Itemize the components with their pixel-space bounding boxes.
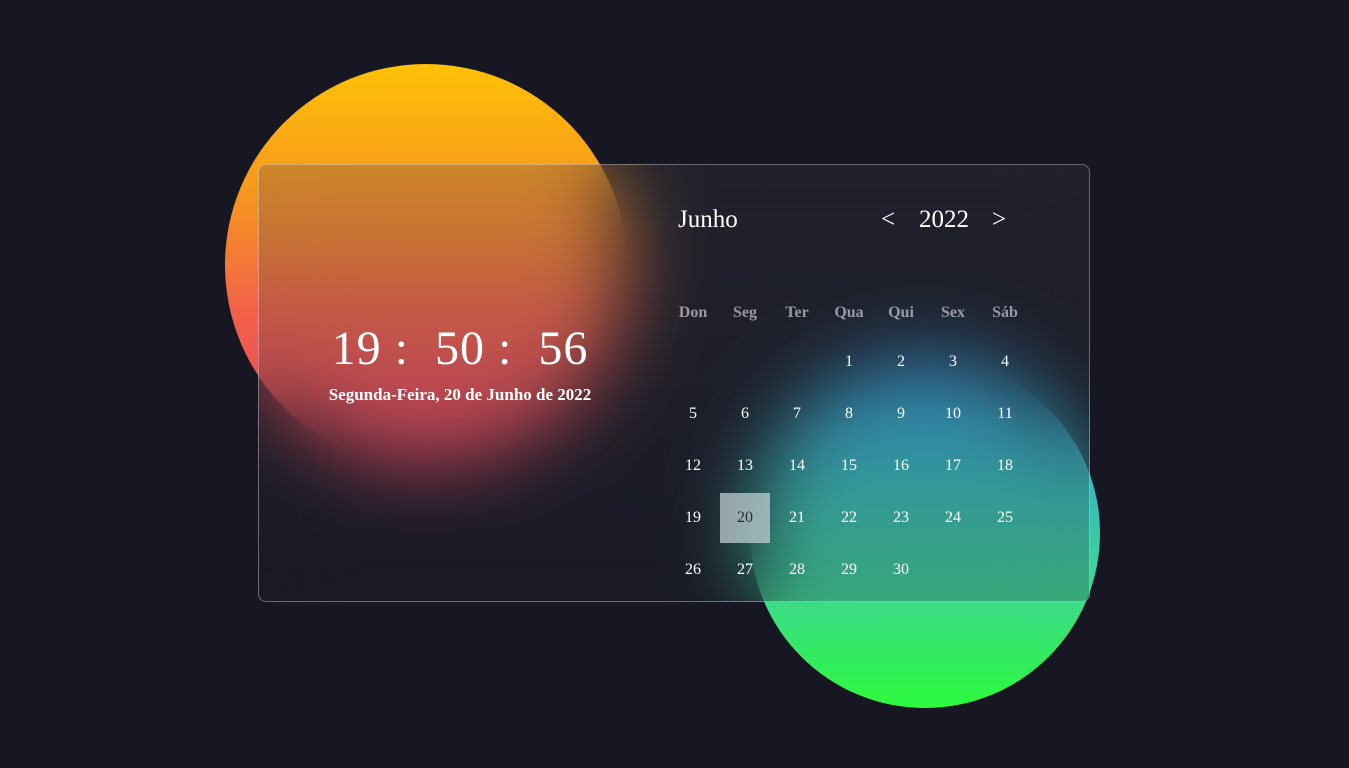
calendar-day[interactable]: 28 (771, 544, 823, 596)
calendar-day[interactable]: 1 (823, 336, 875, 388)
calendar-day[interactable]: 9 (875, 388, 927, 440)
weekday-label: Qua (834, 304, 864, 321)
page-stage: 19 : 50 : 56 Segunda-Feira, 20 de Junho … (0, 0, 1349, 768)
calendar-day-empty (667, 336, 719, 388)
calendar-day-empty (771, 336, 823, 388)
next-year-button[interactable]: > (992, 205, 1006, 235)
calendar-header: Junho < 2022 > (667, 193, 1047, 249)
calendar-day[interactable]: 10 (927, 388, 979, 440)
calendar-day[interactable]: 4 (979, 336, 1031, 388)
clock-date: Segunda-Feira, 20 de Junho de 2022 (328, 385, 592, 404)
weekday-label: Qui (888, 304, 914, 321)
calendar-day[interactable]: 11 (979, 388, 1031, 440)
glass-card: 19 : 50 : 56 Segunda-Feira, 20 de Junho … (258, 164, 1090, 602)
calendar-day[interactable]: 26 (667, 544, 719, 596)
calendar-day[interactable]: 15 (823, 440, 875, 492)
clock-panel: 19 : 50 : 56 Segunda-Feira, 20 de Junho … (259, 315, 661, 407)
calendar-day[interactable]: 7 (771, 388, 823, 440)
weekday-label: Sex (941, 304, 965, 321)
calendar-days-grid: 1 2 3 4 5 6 7 8 9 10 11 12 13 14 15 16 17 18 19 20 21 22 23 24 2… (667, 336, 1031, 596)
calendar: Junho < 2022 > Don Seg Ter Qua Qui Sex S… (667, 193, 1047, 578)
calendar-day[interactable]: 14 (771, 440, 823, 492)
weekday-row: Don Seg Ter Qua Qui Sex Sáb (667, 301, 1031, 325)
calendar-day[interactable]: 24 (927, 492, 979, 544)
calendar-day[interactable]: 27 (719, 544, 771, 596)
weekday-label: Don (678, 304, 708, 321)
calendar-month: Junho (678, 206, 738, 233)
calendar-day[interactable]: 21 (771, 492, 823, 544)
calendar-day[interactable]: 16 (875, 440, 927, 492)
calendar-day[interactable]: 6 (719, 388, 771, 440)
clock-time: 19 : 50 : 56 (331, 322, 589, 375)
calendar-day[interactable]: 5 (667, 388, 719, 440)
calendar-day[interactable]: 3 (927, 336, 979, 388)
calendar-day[interactable]: 29 (823, 544, 875, 596)
calendar-day-empty (719, 336, 771, 388)
weekday-label: Ter (785, 304, 809, 321)
weekday-label: Sáb (992, 304, 1018, 321)
calendar-day[interactable]: 19 (667, 492, 719, 544)
calendar-day-today[interactable]: 20 (720, 493, 770, 543)
calendar-day[interactable]: 17 (927, 440, 979, 492)
weekday-label: Seg (733, 304, 757, 321)
calendar-day[interactable]: 13 (719, 440, 771, 492)
calendar-day[interactable]: 18 (979, 440, 1031, 492)
calendar-day[interactable]: 8 (823, 388, 875, 440)
calendar-day[interactable]: 30 (875, 544, 927, 596)
calendar-day[interactable]: 23 (875, 492, 927, 544)
calendar-day[interactable]: 22 (823, 492, 875, 544)
calendar-year: 2022 (919, 206, 969, 233)
calendar-day[interactable]: 12 (667, 440, 719, 492)
calendar-day[interactable]: 25 (979, 492, 1031, 544)
prev-year-button[interactable]: < (881, 205, 895, 235)
calendar-day[interactable]: 2 (875, 336, 927, 388)
